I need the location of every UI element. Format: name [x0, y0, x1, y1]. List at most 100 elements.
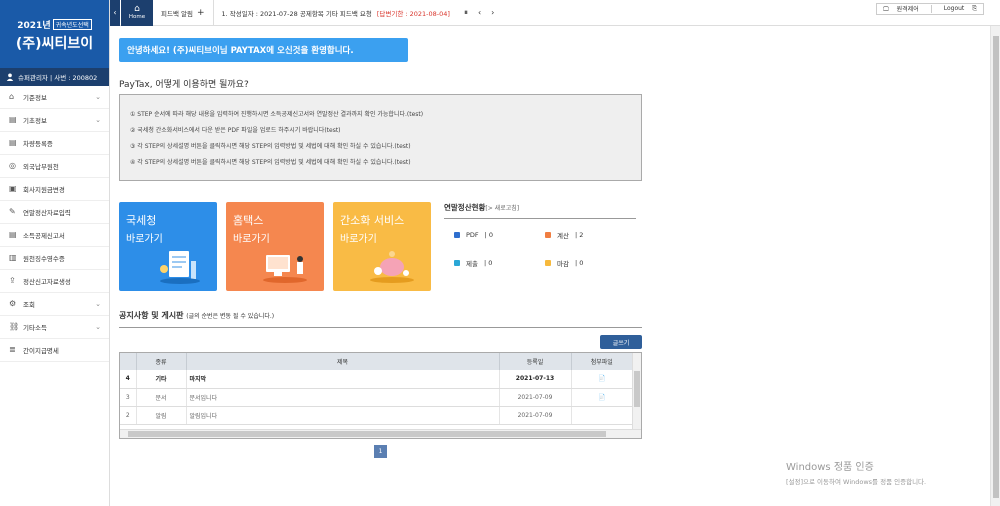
page-scrollbar[interactable] [990, 26, 1000, 506]
status-value: | 2 [574, 231, 584, 239]
board-title-text: 공지사항 및 게시판 [119, 311, 184, 320]
grid-vertical-scrollbar[interactable] [632, 353, 641, 430]
home-icon: ⌂ [9, 92, 15, 101]
guide-line: ② 국세청 간소화서비스에서 다운 받은 PDF 파일을 업로드 하주시기 바랍… [130, 127, 341, 134]
attachment-icon[interactable]: 📄 [571, 370, 633, 389]
row-type: 알림 [136, 406, 187, 425]
row-number: 2 [120, 406, 137, 425]
sidebar-item[interactable]: ▣ 회사지원금변경 [0, 178, 109, 201]
user-icon [6, 73, 14, 81]
card-title: 간소화 서비스 [340, 214, 405, 227]
status-dot [454, 260, 460, 266]
tab-add-icon[interactable]: + [197, 8, 205, 18]
sidebar-item[interactable]: ▤ 기초정보 ⌄ [0, 109, 109, 132]
home-icon: ⌂ [134, 4, 140, 14]
row-subject[interactable]: 마지막 [186, 370, 500, 389]
tab-feedback[interactable]: 피드백 알림 + [153, 0, 214, 26]
logout-button[interactable]: Logout ⎘ [932, 5, 983, 13]
write-button[interactable]: 글쓰기 [600, 335, 642, 349]
board-table: 종류 제목 등록일 첨부파일 4 기타 마지막 2021-07-13 📄 3 문… [120, 353, 633, 425]
scrollbar-thumb[interactable] [128, 431, 606, 437]
prev-icon[interactable]: ‹ [478, 8, 481, 18]
home-button[interactable]: ⌂ Home [121, 0, 153, 26]
chevron-down-icon: ⌄ [95, 323, 101, 331]
status-dot [454, 232, 460, 238]
sidebar-item[interactable]: ▤ 차량등록증 [0, 132, 109, 155]
pause-icon[interactable]: ⏸ [464, 8, 468, 18]
status-item-close: 마감 | 0 [545, 258, 636, 268]
next-icon[interactable]: › [491, 8, 494, 18]
hometax-shortcut-card[interactable]: 홈택스 바로가기 [226, 202, 324, 291]
status-label: 제출 [466, 260, 478, 268]
guide-line: ① STEP 순서에 따라 해당 내용을 입력하여 진행하시면 소득공제신고서와… [130, 111, 424, 118]
grid-horizontal-scrollbar[interactable] [120, 429, 641, 438]
attachment-icon[interactable]: 📄 [571, 388, 633, 407]
welcome-banner: 안녕하세요! (주)씨티브이님 PAYTAX에 오신것을 환영합니다. [119, 38, 408, 62]
attachment-cell [571, 406, 633, 425]
notice-ticker[interactable]: 1. 작성일자 : 2021-07-28 공제항목 기타 피드백 요청 [답변기… [222, 8, 450, 18]
sidebar-item[interactable]: ⌂ 기준정보 ⌄ [0, 86, 109, 109]
scrollbar-thumb[interactable] [993, 36, 999, 498]
sidebar-item[interactable]: ✎ 연말정산자료입력 [0, 201, 109, 224]
status-title: 연말정산현황[> 새로고침] [444, 202, 636, 219]
simplified-service-shortcut-card[interactable]: 간소화 서비스 바로가기 [333, 202, 431, 291]
scrollbar-thumb[interactable] [634, 371, 640, 407]
column-header[interactable]: 등록일 [499, 353, 572, 370]
refresh-link[interactable]: [> 새로고침] [485, 205, 519, 212]
column-header[interactable]: 종류 [136, 353, 187, 370]
sidebar-item[interactable]: ◎ 외국납부원천 [0, 155, 109, 178]
row-subject[interactable]: 문서입니다 [186, 388, 500, 407]
sidebar-item-label: 기타소득 [23, 324, 47, 332]
row-date: 2021-07-09 [499, 388, 572, 407]
sidebar-item[interactable]: ⚙ 조회 ⌄ [0, 293, 109, 316]
card-subtitle: 바로가기 [126, 234, 163, 245]
row-type: 문서 [136, 388, 187, 407]
status-dot [545, 232, 551, 238]
windows-activation-watermark: Windows 정품 인증 [설정]으로 이동하여 Windows를 정품 인증… [786, 458, 926, 486]
top-right-actions: 🖵 원격제어 Logout ⎘ [875, 3, 984, 15]
column-header[interactable]: 첨부파일 [571, 353, 633, 370]
sidebar-item[interactable]: ▤ 소득공제신고서 [0, 224, 109, 247]
row-type: 기타 [136, 370, 187, 389]
company-name: (주)씨티브이 [15, 36, 94, 52]
table-row[interactable]: 2 알림 알림입니다 2021-07-09 [120, 406, 633, 425]
sidebar-item-label: 원천징수영수증 [23, 255, 65, 263]
sidebar-item-label: 기준정보 [23, 94, 47, 102]
nts-shortcut-card[interactable]: 국세청 바로가기 [119, 202, 217, 291]
status-dot [545, 260, 551, 266]
column-header[interactable]: 제목 [186, 353, 500, 370]
card-subtitle: 바로가기 [233, 234, 270, 245]
row-subject[interactable]: 알림입니다 [186, 406, 500, 425]
sidebar-item[interactable]: ⛓ 기타소득 ⌄ [0, 316, 109, 339]
home-label: Home [128, 14, 146, 20]
table-row[interactable]: 4 기타 마지막 2021-07-13 📄 [120, 370, 633, 389]
year-select-button[interactable]: 귀속년도선택 [52, 19, 92, 30]
chevron-down-icon: ⌄ [95, 93, 101, 101]
guide-line: ③ 각 STEP의 상세설명 버튼을 클릭하시면 해당 STEP의 입력방법 및… [130, 143, 411, 150]
sidebar-collapse-button[interactable]: ‹ [110, 0, 120, 26]
link-icon: ⛓ [9, 322, 20, 331]
export-icon: ⇪ [9, 276, 16, 285]
sidebar-item-label: 기초정보 [23, 117, 47, 125]
table-row[interactable]: 3 문서 문서입니다 2021-07-09 📄 [120, 388, 633, 407]
gear-icon: ⚙ [9, 299, 17, 308]
document-icon: ▤ [9, 230, 17, 239]
status-grid: PDF | 0 계산 | 2 제출 | 0 마감 | 0 [444, 230, 636, 268]
sidebar-item[interactable]: ⇪ 정산신고자료생성 [0, 270, 109, 293]
remote-control-button[interactable]: 🖵 원격제어 [877, 4, 931, 14]
page-button[interactable]: 1 [374, 445, 387, 458]
sidebar-item[interactable]: ▥ 원천징수영수증 [0, 247, 109, 270]
notice-deadline: [답변기한 : 2021-08-04] [376, 9, 450, 18]
document-icon: ▤ [9, 115, 17, 124]
row-number: 3 [120, 388, 137, 407]
windows-activation-sub: [설정]으로 이동하여 Windows를 정품 인증합니다. [786, 478, 927, 486]
sidebar-item-label: 차량등록증 [23, 140, 53, 148]
globe-icon: ◎ [9, 161, 16, 170]
notice-controls: ⏸ ‹ › [464, 8, 494, 18]
guide-title: PayTax, 어떻게 이용하면 될까요? [119, 80, 249, 90]
money-icon: ▣ [9, 184, 17, 193]
sidebar-item-label: 조회 [23, 301, 35, 309]
board-title: 공지사항 및 게시판 (글의 순번은 변동 될 수 있습니다.) [119, 310, 642, 328]
sidebar-item[interactable]: ≣ 간이지급명세 [0, 339, 109, 362]
notice-text[interactable]: 1. 작성일자 : 2021-07-28 공제항목 기타 피드백 요청 [222, 8, 372, 18]
